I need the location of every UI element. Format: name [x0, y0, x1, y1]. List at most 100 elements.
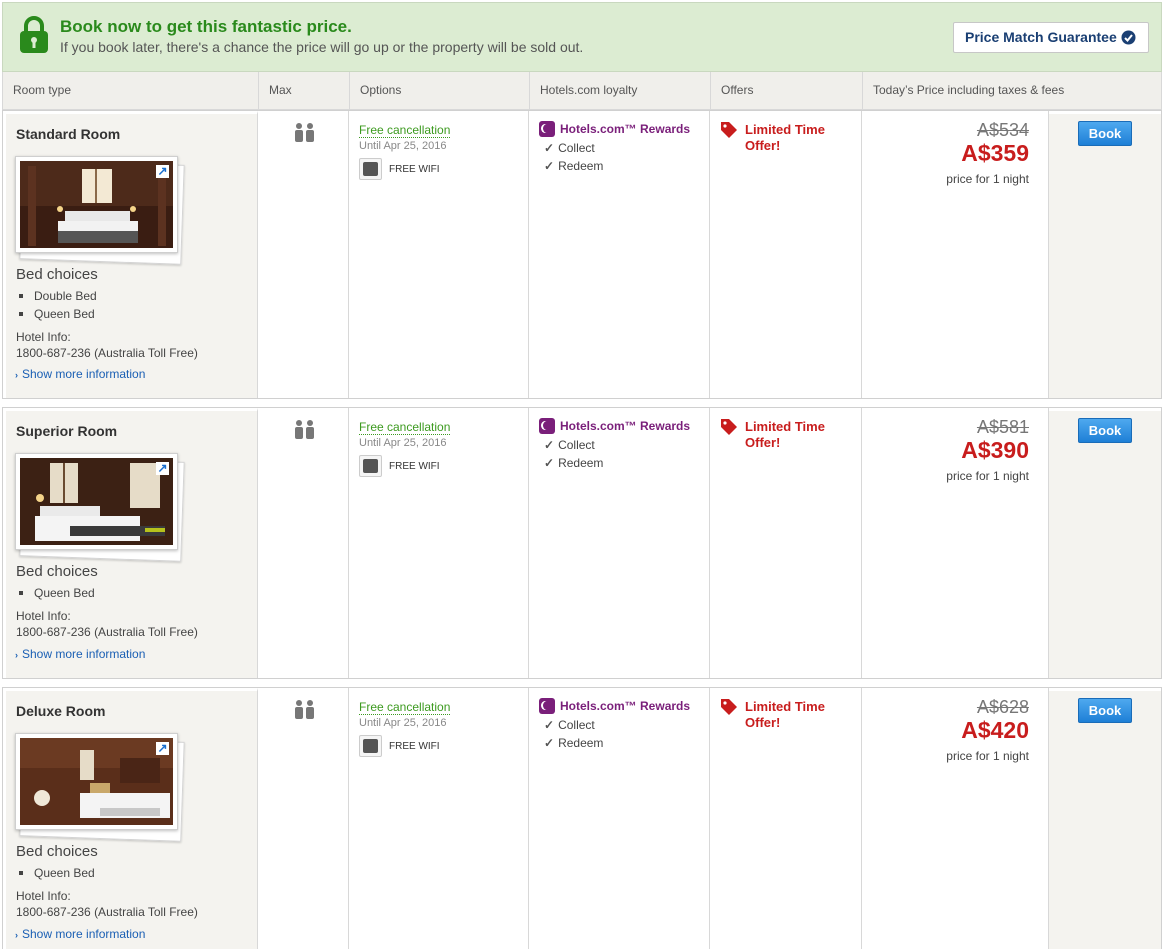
current-price: A$420: [961, 717, 1029, 743]
price-match-label: Price Match Guarantee: [965, 29, 1117, 45]
options-cell: Free cancellation Until Apr 25, 2016 FRE…: [349, 408, 529, 678]
price-period: price for 1 night: [946, 469, 1029, 483]
header-options: Options: [350, 72, 530, 109]
hotels-rewards-link[interactable]: Hotels.com™ Rewards: [560, 122, 690, 136]
hotel-info: Hotel Info: 1800-687-236 (Australia Toll…: [16, 608, 198, 640]
original-price: A$628: [976, 697, 1029, 717]
chevron-right-icon: ›: [15, 930, 18, 940]
show-more-information-link[interactable]: › Show more information: [15, 927, 145, 941]
hotel-info-label: Hotel Info:: [16, 609, 71, 623]
check-icon: ✓: [544, 456, 555, 470]
two-people-icon: [295, 700, 314, 719]
more-info-label: Show more information: [22, 367, 146, 381]
expand-arrow-icon[interactable]: ↗: [156, 462, 169, 475]
redeem-label: Redeem: [558, 736, 604, 750]
two-people-icon: [295, 123, 314, 142]
room-name: Deluxe Room: [16, 703, 106, 719]
max-occupancy-cell: [258, 408, 349, 678]
loyalty-cell: Hotels.com™ Rewards ✓ Collect ✓ Redeem: [529, 408, 710, 678]
more-info-label: Show more information: [22, 927, 146, 941]
room-type-cell: Superior Room ↗ Bed choices Queen Bed Ho…: [3, 408, 258, 678]
redeem-item: ✓ Redeem: [544, 456, 603, 470]
show-more-information-link[interactable]: › Show more information: [15, 647, 145, 661]
table-header: Room type Max Options Hotels.com loyalty…: [2, 72, 1162, 110]
collect-label: Collect: [558, 141, 595, 155]
offers-cell: Limited Time Offer!: [710, 111, 862, 398]
price-cell: A$534 A$359 price for 1 night: [862, 111, 1049, 398]
show-more-information-link[interactable]: › Show more information: [15, 367, 145, 381]
cancellation-deadline: Until Apr 25, 2016: [359, 140, 447, 152]
standard-room-illustration: [20, 161, 173, 248]
price-period: price for 1 night: [946, 749, 1029, 763]
wifi-icon: [359, 158, 382, 180]
free-cancellation-link[interactable]: Free cancellation: [359, 420, 451, 435]
collect-item: ✓ Collect: [544, 438, 595, 452]
price-match-guarantee-button[interactable]: Price Match Guarantee: [953, 22, 1149, 53]
two-people-icon: [295, 420, 314, 439]
options-cell: Free cancellation Until Apr 25, 2016 FRE…: [349, 688, 529, 949]
book-cell: Book: [1049, 688, 1161, 949]
bed-list: Queen Bed: [18, 584, 95, 602]
hotels-rewards-link[interactable]: Hotels.com™ Rewards: [560, 699, 690, 713]
room-name: Superior Room: [16, 423, 118, 439]
redeem-label: Redeem: [558, 159, 604, 173]
hotels-rewards-icon: [539, 698, 555, 714]
lock-icon: [20, 16, 48, 53]
bed-option: Queen Bed: [18, 864, 95, 882]
bed-option: Queen Bed: [18, 305, 97, 323]
book-button[interactable]: Book: [1078, 418, 1132, 443]
free-cancellation-link[interactable]: Free cancellation: [359, 700, 451, 715]
collect-item: ✓ Collect: [544, 718, 595, 732]
book-cell: Book: [1049, 408, 1161, 678]
room-row-standard: Standard Room ↗ Bed choices Double Bed Q…: [2, 110, 1162, 399]
original-price: A$534: [976, 120, 1029, 140]
hotels-rewards-icon: [539, 121, 555, 137]
collect-label: Collect: [558, 718, 595, 732]
book-button[interactable]: Book: [1078, 121, 1132, 146]
original-price: A$581: [976, 417, 1029, 437]
header-loyalty: Hotels.com loyalty: [530, 72, 711, 109]
chevron-right-icon: ›: [15, 650, 18, 660]
redeem-item: ✓ Redeem: [544, 736, 603, 750]
room-photo[interactable]: ↗: [15, 156, 185, 265]
bed-option: Double Bed: [18, 287, 97, 305]
price-tag-icon: [721, 419, 737, 435]
hotel-phone: 1800-687-236 (Australia Toll Free): [16, 905, 198, 919]
expand-arrow-icon[interactable]: ↗: [156, 742, 169, 755]
room-photo-image: ↗: [20, 161, 173, 248]
current-price: A$359: [961, 140, 1029, 166]
current-price: A$390: [961, 437, 1029, 463]
check-icon: ✓: [544, 718, 555, 732]
price-cell: A$628 A$420 price for 1 night: [862, 688, 1049, 949]
price-banner: Book now to get this fantastic price. If…: [2, 2, 1162, 72]
bed-list: Double Bed Queen Bed: [18, 287, 97, 323]
room-type-cell: Deluxe Room ↗ Bed choices Queen Bed Hote…: [3, 688, 258, 949]
limited-time-offer: Limited Time Offer!: [745, 419, 825, 450]
expand-arrow-icon[interactable]: ↗: [156, 165, 169, 178]
bed-option: Queen Bed: [18, 584, 95, 602]
free-cancellation-link[interactable]: Free cancellation: [359, 123, 451, 138]
cancellation-deadline: Until Apr 25, 2016: [359, 437, 447, 449]
collect-label: Collect: [558, 438, 595, 452]
room-photo-image: ↗: [20, 738, 173, 825]
room-row-deluxe: Deluxe Room ↗ Bed choices Queen Bed Hote…: [2, 687, 1162, 949]
bed-choices-label: Bed choices: [16, 843, 98, 860]
offers-cell: Limited Time Offer!: [710, 408, 862, 678]
book-button[interactable]: Book: [1078, 698, 1132, 723]
redeem-label: Redeem: [558, 456, 604, 470]
max-occupancy-cell: [258, 111, 349, 398]
hotel-info-label: Hotel Info:: [16, 889, 71, 903]
price-tag-icon: [721, 122, 737, 138]
book-cell: Book: [1049, 111, 1161, 398]
loyalty-cell: Hotels.com™ Rewards ✓ Collect ✓ Redeem: [529, 688, 710, 949]
hotel-info: Hotel Info: 1800-687-236 (Australia Toll…: [16, 888, 198, 920]
hotels-rewards-icon: [539, 418, 555, 434]
loyalty-cell: Hotels.com™ Rewards ✓ Collect ✓ Redeem: [529, 111, 710, 398]
banner-subtitle: If you book later, there's a chance the …: [60, 39, 584, 55]
more-info-label: Show more information: [22, 647, 146, 661]
room-photo[interactable]: ↗: [15, 733, 185, 842]
room-photo[interactable]: ↗: [15, 453, 185, 562]
offers-cell: Limited Time Offer!: [710, 688, 862, 949]
hotels-rewards-link[interactable]: Hotels.com™ Rewards: [560, 419, 690, 433]
room-row-superior: Superior Room ↗ Bed choices Queen Bed Ho…: [2, 407, 1162, 679]
